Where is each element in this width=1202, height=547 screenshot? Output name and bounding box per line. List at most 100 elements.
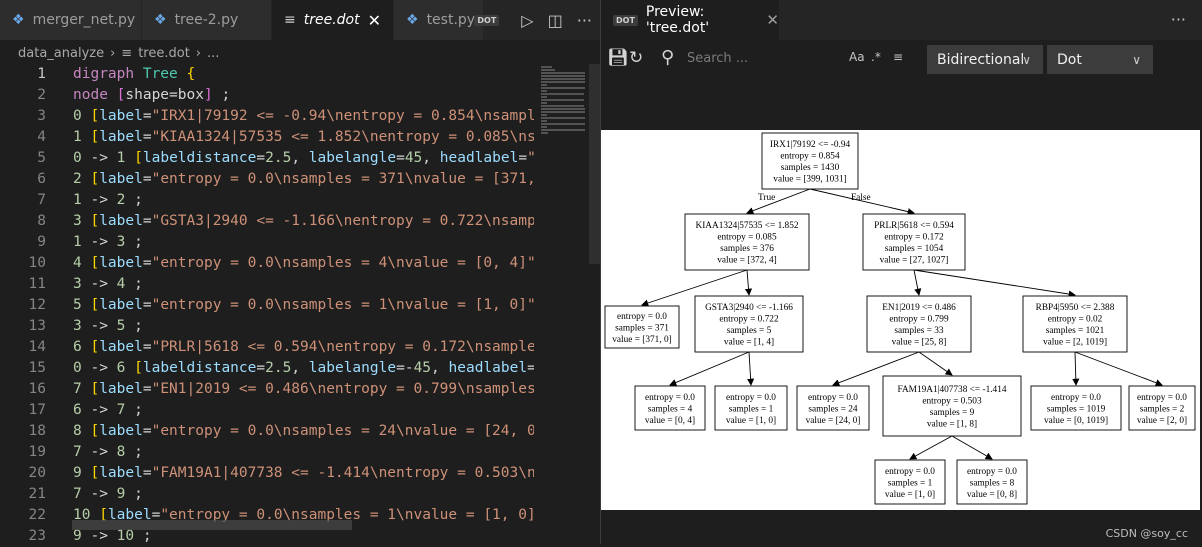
tree-node[interactable]: entropy = 0.0samples = 1 value = [1, 0] bbox=[874, 459, 946, 505]
code-editor[interactable]: 1 digraph Tree {2 node [shape=box] ; 3 0 [la… bbox=[0, 64, 534, 544]
line-code: 1 [label="KIAA1324|57535 <= 1.852\nentro… bbox=[73, 129, 534, 145]
breadcrumb-more[interactable]: ... bbox=[207, 46, 219, 61]
chevron-down-icon: ∨ bbox=[1022, 52, 1031, 67]
minimap-line bbox=[541, 93, 585, 95]
vertical-scrollbar[interactable] bbox=[589, 64, 600, 264]
code-line[interactable]: 12 5 [label="entropy = 0.0\nsamples = 1\n… bbox=[0, 295, 534, 316]
code-line[interactable]: 5 0 -> 1 [labeldistance=2.5, labelangle=4… bbox=[0, 148, 534, 169]
tree-node-text: value = [25, 8] bbox=[892, 338, 947, 348]
preview-group: DOT Preview: 'tree.dot' ✕ ··· 💾︎ ↻ ⚲ Sea… bbox=[601, 0, 1202, 544]
tab-tree-dot[interactable]: ≡ tree.dot ✕ bbox=[272, 0, 394, 40]
code-line[interactable]: 18 8 [label="entropy = 0.0\nsamples = 24\… bbox=[0, 421, 534, 442]
tree-node[interactable]: KIAA1324|57535 <= 1.852 entropy = 0.085sa… bbox=[684, 213, 810, 271]
code-line[interactable]: 3 0 [label="IRX1|79192 <= -0.94\nentropy … bbox=[0, 106, 534, 127]
tree-edge bbox=[669, 351, 750, 386]
code-line[interactable]: 10 4 [label="entropy = 0.0\nsamples = 4\n… bbox=[0, 253, 534, 274]
minimap-line bbox=[541, 123, 585, 125]
tree-node-text: entropy = 0.0 bbox=[808, 393, 858, 403]
line-number: 11 bbox=[28, 276, 46, 292]
search-icon: ⚲ bbox=[661, 47, 675, 68]
breadcrumb-file[interactable]: tree.dot bbox=[138, 46, 190, 61]
dot-preview-icon[interactable]: DOT bbox=[474, 14, 500, 26]
tab-preview[interactable]: DOT Preview: 'tree.dot' ✕ bbox=[601, 0, 779, 40]
line-number: 13 bbox=[28, 318, 46, 334]
code-line[interactable]: 20 9 [label="FAM19A1|407738 <= -1.414\nen… bbox=[0, 463, 534, 484]
tree-node-text: GSTA3|2940 <= -1.166 bbox=[705, 303, 793, 313]
tree-node-text: entropy = 0.085 bbox=[717, 233, 777, 243]
minimap-line bbox=[541, 129, 585, 131]
tree-node[interactable]: entropy = 0.0samples = 2 value = [2, 0] bbox=[1128, 385, 1196, 431]
more-actions-icon[interactable]: ··· bbox=[1171, 10, 1186, 29]
tree-node[interactable]: entropy = 0.0samples = 24 value = [24, 0] bbox=[796, 385, 870, 431]
code-line[interactable]: 15 0 -> 6 [labeldistance=2.5, labelangle=… bbox=[0, 358, 534, 379]
code-line[interactable]: 4 1 [label="KIAA1324|57535 <= 1.852\nentr… bbox=[0, 127, 534, 148]
search-input[interactable]: Search ... bbox=[687, 51, 748, 66]
editor-tab-bar: ❖ merger_net.py ❖ tree-2.py ≡ tree.dot ✕… bbox=[0, 0, 600, 40]
dot-file-icon: DOT bbox=[613, 14, 638, 26]
minimap[interactable] bbox=[537, 64, 589, 254]
more-actions-icon[interactable]: ··· bbox=[577, 11, 592, 30]
code-line[interactable]: 7 1 -> 2 ; bbox=[0, 190, 534, 211]
tree-node[interactable]: entropy = 0.0samples = 1019 value = [0, 1… bbox=[1030, 385, 1122, 431]
code-line[interactable]: 2 node [shape=box] ; bbox=[0, 85, 534, 106]
close-icon[interactable]: ✕ bbox=[766, 11, 779, 29]
minimap-line bbox=[541, 84, 548, 86]
tab-merger-net[interactable]: ❖ merger_net.py bbox=[0, 0, 142, 40]
code-line[interactable]: 17 6 -> 7 ; bbox=[0, 400, 534, 421]
code-line[interactable]: 13 3 -> 5 ; bbox=[0, 316, 534, 337]
tree-node[interactable]: RBP4|5950 <= 2.388 entropy = 0.02samples … bbox=[1022, 295, 1128, 353]
engine-select[interactable]: Dot ∨ bbox=[1047, 45, 1153, 74]
filter-options-icon[interactable]: ≡ bbox=[893, 50, 903, 64]
split-editor-icon[interactable]: ◫ bbox=[548, 11, 563, 30]
code-line[interactable]: 11 3 -> 4 ; bbox=[0, 274, 534, 295]
line-code: node [shape=box] ; bbox=[73, 87, 231, 103]
tree-node[interactable]: FAM19A1|407738 <= -1.414 entropy = 0.503s… bbox=[882, 375, 1022, 437]
code-line[interactable]: 16 7 [label="EN1|2019 <= 0.486\nentropy =… bbox=[0, 379, 534, 400]
tree-node[interactable]: entropy = 0.0samples = 8 value = [0, 8] bbox=[956, 459, 1028, 505]
code-line[interactable]: 19 7 -> 8 ; bbox=[0, 442, 534, 463]
tree-node-text: entropy = 0.02 bbox=[1048, 315, 1103, 325]
code-line[interactable]: 21 7 -> 9 ; bbox=[0, 484, 534, 505]
minimap-line bbox=[541, 114, 548, 116]
tree-node-text: entropy = 0.854 bbox=[780, 152, 840, 162]
breadcrumb-folder[interactable]: data_analyze bbox=[18, 46, 104, 61]
tree-node[interactable]: EN1|2019 <= 0.486 entropy = 0.799samples … bbox=[866, 295, 972, 353]
tree-node[interactable]: GSTA3|2940 <= -1.166 entropy = 0.722sampl… bbox=[694, 295, 804, 353]
code-line[interactable]: 1 digraph Tree { bbox=[0, 64, 534, 85]
tree-node-text: samples = 4 bbox=[648, 404, 693, 414]
code-line[interactable]: 8 3 [label="GSTA3|2940 <= -1.166\nentropy… bbox=[0, 211, 534, 232]
tree-node-text: entropy = 0.0 bbox=[645, 393, 695, 403]
horizontal-scrollbar[interactable] bbox=[72, 520, 352, 530]
tree-node[interactable]: entropy = 0.0samples = 4 value = [0, 4] bbox=[634, 385, 706, 431]
tab-test-py[interactable]: ❖ test.py bbox=[394, 0, 484, 40]
line-code: 3 -> 4 ; bbox=[73, 276, 143, 292]
line-code: 9 -> 10 ; bbox=[73, 528, 152, 544]
tree-node-text: value = [1, 4] bbox=[724, 338, 774, 348]
close-icon[interactable]: ✕ bbox=[368, 11, 381, 30]
code-line[interactable]: 9 1 -> 3 ; bbox=[0, 232, 534, 253]
graph-canvas[interactable]: True False IRX1|79192 <= -0.94 entropy = 0.… bbox=[601, 130, 1200, 510]
code-line[interactable]: 6 2 [label="entropy = 0.0\nsamples = 371\… bbox=[0, 169, 534, 190]
tree-node[interactable]: entropy = 0.0samples = 371 value = [371, … bbox=[604, 305, 680, 349]
tree-node[interactable]: entropy = 0.0samples = 1 value = [1, 0] bbox=[714, 385, 788, 431]
save-icon[interactable]: 💾︎ bbox=[607, 48, 629, 68]
tree-node-text: value = [2, 1019] bbox=[1043, 338, 1107, 348]
minimap-line bbox=[541, 72, 585, 74]
regex-toggle[interactable]: .* bbox=[871, 50, 881, 64]
code-line[interactable]: 14 6 [label="PRLR|5618 <= 0.594\nentropy … bbox=[0, 337, 534, 358]
python-file-icon: ❖ bbox=[12, 12, 25, 28]
tree-node[interactable]: PRLR|5618 <= 0.594 entropy = 0.172samples… bbox=[862, 213, 966, 271]
tree-node-text: value = [372, 4] bbox=[717, 256, 776, 266]
refresh-icon[interactable]: ↻ bbox=[629, 48, 643, 68]
tree-node-text: value = [24, 0] bbox=[806, 416, 861, 426]
line-number: 3 bbox=[37, 108, 46, 124]
tree-node-text: entropy = 0.172 bbox=[884, 233, 944, 243]
tab-tree-2[interactable]: ❖ tree-2.py bbox=[142, 0, 272, 40]
line-number: 21 bbox=[28, 486, 46, 502]
tree-node[interactable]: IRX1|79192 <= -0.94 entropy = 0.854sample… bbox=[761, 132, 859, 190]
direction-select[interactable]: Bidirectional ∨ bbox=[927, 45, 1043, 74]
line-code: 6 -> 7 ; bbox=[73, 402, 143, 418]
match-case-toggle[interactable]: Aa bbox=[849, 50, 865, 64]
run-icon[interactable]: ▷ bbox=[521, 11, 533, 30]
tree-edge bbox=[744, 269, 753, 296]
